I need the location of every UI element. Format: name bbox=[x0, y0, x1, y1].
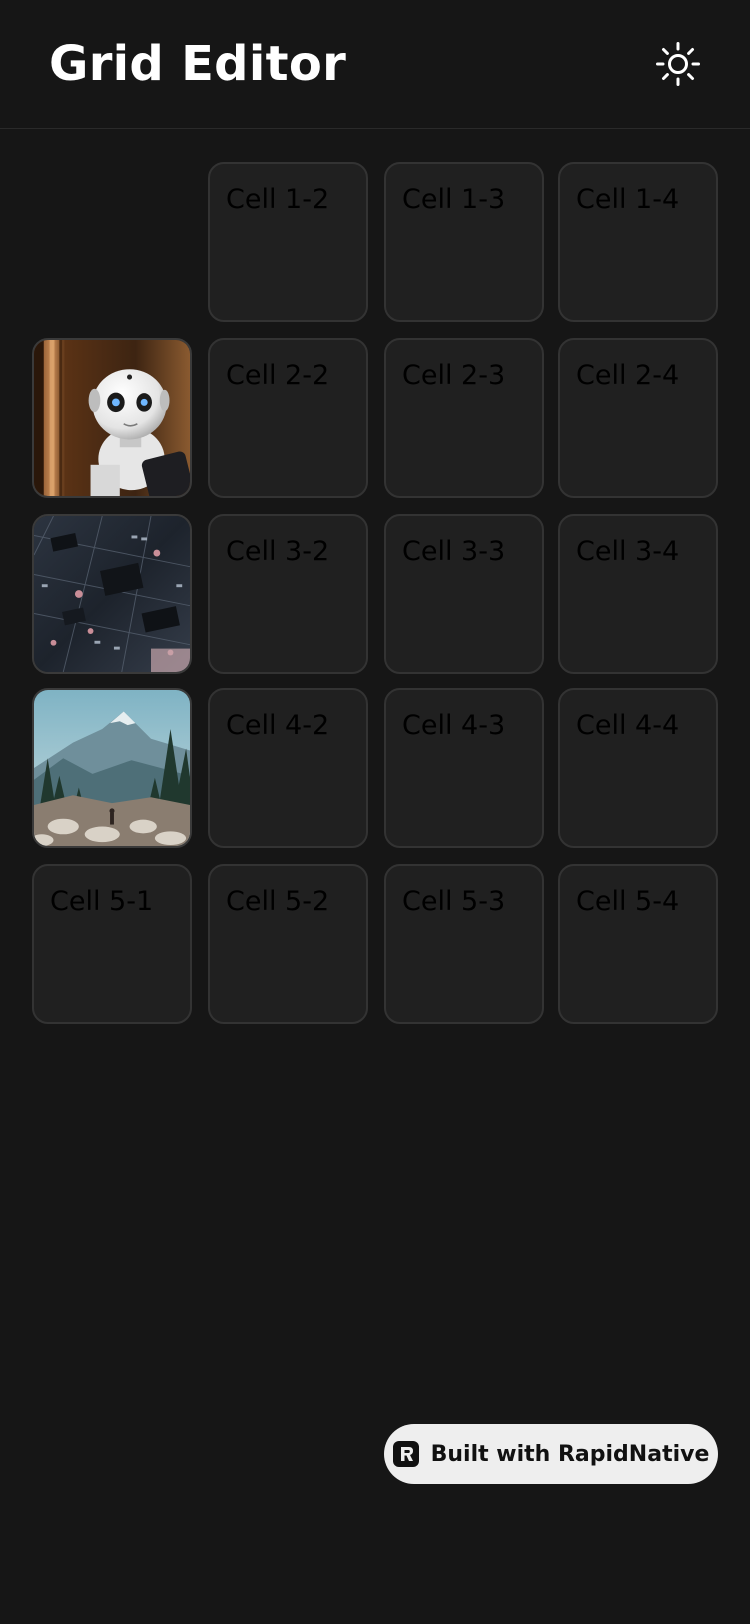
grid-cell-4-1-image[interactable] bbox=[32, 688, 192, 848]
grid-cell-5-4[interactable]: Cell 5-4 bbox=[558, 864, 718, 1024]
grid-cell-1-4[interactable]: Cell 1-4 bbox=[558, 162, 718, 322]
cell-label: Cell 3-4 bbox=[576, 536, 680, 567]
theme-toggle-button[interactable] bbox=[650, 36, 706, 92]
cell-label: Cell 2-4 bbox=[576, 360, 680, 391]
sun-icon bbox=[656, 42, 700, 86]
cell-label: Cell 1-3 bbox=[402, 184, 506, 215]
cell-label: Cell 5-2 bbox=[226, 886, 330, 917]
grid-cell-5-3[interactable]: Cell 5-3 bbox=[384, 864, 544, 1024]
cell-label: Cell 3-3 bbox=[402, 536, 506, 567]
cell-grid: Cell 1-2 Cell 1-3 Cell 1-4 Cell 2-2 Cell… bbox=[32, 162, 718, 1024]
cell-label: Cell 2-3 bbox=[402, 360, 506, 391]
grid-cell-2-3[interactable]: Cell 2-3 bbox=[384, 338, 544, 498]
cell-label: Cell 5-4 bbox=[576, 886, 680, 917]
badge-label: Built with RapidNative bbox=[430, 1441, 710, 1467]
grid-cell-2-1-image[interactable] bbox=[32, 338, 192, 498]
grid-cell-2-4[interactable]: Cell 2-4 bbox=[558, 338, 718, 498]
rapidnative-logo-icon bbox=[392, 1441, 419, 1467]
robot-photo bbox=[34, 340, 190, 496]
grid-cell-1-1-empty bbox=[32, 162, 192, 322]
cell-label: Cell 5-1 bbox=[50, 886, 154, 917]
grid-cell-4-4[interactable]: Cell 4-4 bbox=[558, 688, 718, 848]
grid-cell-4-3[interactable]: Cell 4-3 bbox=[384, 688, 544, 848]
page-title: Grid Editor bbox=[49, 36, 347, 92]
grid-cell-1-2[interactable]: Cell 1-2 bbox=[208, 162, 368, 322]
cell-label: Cell 3-2 bbox=[226, 536, 330, 567]
built-with-rapidnative-badge[interactable]: Built with RapidNative bbox=[384, 1424, 718, 1484]
circuit-board-photo bbox=[34, 516, 190, 672]
cell-label: Cell 5-3 bbox=[402, 886, 506, 917]
mountain-landscape-photo bbox=[34, 690, 190, 846]
grid-cell-3-3[interactable]: Cell 3-3 bbox=[384, 514, 544, 674]
cell-label: Cell 2-2 bbox=[226, 360, 330, 391]
cell-label: Cell 4-4 bbox=[576, 710, 680, 741]
grid-cell-5-1[interactable]: Cell 5-1 bbox=[32, 864, 192, 1024]
grid-cell-2-2[interactable]: Cell 2-2 bbox=[208, 338, 368, 498]
cell-label: Cell 4-3 bbox=[402, 710, 506, 741]
grid-cell-3-2[interactable]: Cell 3-2 bbox=[208, 514, 368, 674]
grid-cell-5-2[interactable]: Cell 5-2 bbox=[208, 864, 368, 1024]
app-header: Grid Editor bbox=[0, 0, 750, 129]
cell-label: Cell 1-2 bbox=[226, 184, 330, 215]
grid-cell-3-1-image[interactable] bbox=[32, 514, 192, 674]
grid-cell-4-2[interactable]: Cell 4-2 bbox=[208, 688, 368, 848]
cell-label: Cell 1-4 bbox=[576, 184, 680, 215]
grid-cell-3-4[interactable]: Cell 3-4 bbox=[558, 514, 718, 674]
grid-cell-1-3[interactable]: Cell 1-3 bbox=[384, 162, 544, 322]
cell-label: Cell 4-2 bbox=[226, 710, 330, 741]
